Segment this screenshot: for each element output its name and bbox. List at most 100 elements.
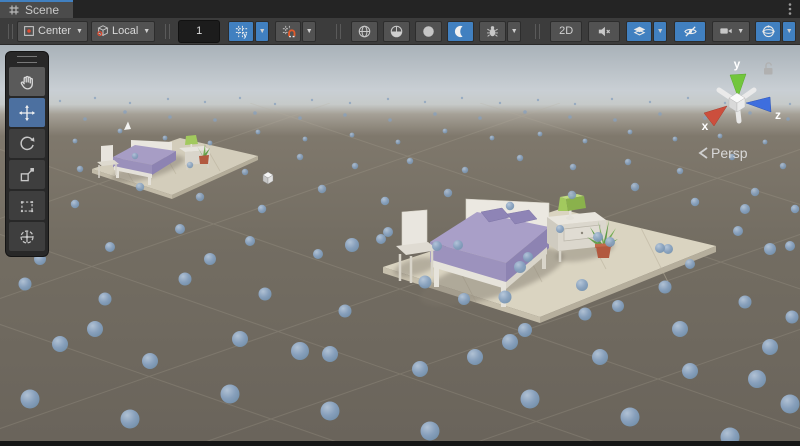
particle-sphere	[253, 111, 257, 115]
effects-dropdown[interactable]: ▼	[653, 21, 667, 42]
particle-sphere	[672, 321, 688, 337]
particle-sphere	[621, 408, 640, 427]
axis-x-label: x	[702, 119, 709, 133]
particle-sphere	[502, 334, 518, 350]
overlay-drag-handle[interactable]	[17, 56, 37, 63]
particle-sphere	[318, 185, 326, 193]
tab-bar: Scene	[0, 0, 800, 18]
particle-sphere	[462, 167, 468, 173]
2d-mode-label: 2D	[559, 25, 573, 37]
wire-globe-icon	[357, 24, 372, 39]
particle-sphere	[748, 370, 766, 388]
particle-sphere	[613, 118, 617, 122]
debug-button[interactable]	[479, 21, 506, 42]
lighting-toggle[interactable]	[383, 21, 410, 42]
toolbar-grip[interactable]	[535, 24, 540, 39]
particle-sphere	[751, 188, 759, 196]
snap-increment-button[interactable]	[275, 21, 301, 42]
particle-sphere	[59, 100, 61, 102]
tool-transform[interactable]	[9, 222, 45, 251]
toolbar-grip[interactable]	[165, 24, 170, 39]
particle-sphere	[242, 169, 248, 175]
gizmo-sphere-icon	[761, 24, 776, 39]
particle-sphere	[579, 308, 592, 321]
particle-sphere	[208, 141, 213, 146]
particle-sphere	[570, 164, 576, 170]
unity-scene-window: Scene Center ▼ Local ▼	[0, 0, 800, 446]
particle-sphere	[490, 136, 495, 141]
effects-toggle[interactable]	[626, 21, 652, 42]
particle-sphere	[673, 137, 678, 142]
grid-visibility-toggle[interactable]: y	[228, 21, 254, 42]
particle-sphere	[748, 111, 752, 115]
toolbar-grip[interactable]	[336, 24, 341, 39]
pivot-mode-label: Center	[36, 25, 73, 37]
particle-sphere	[213, 118, 217, 122]
particle-sphere	[168, 115, 172, 119]
rotation-mode-dropdown[interactable]: Local ▼	[91, 21, 155, 42]
half-sphere-icon	[389, 24, 404, 39]
particle-sphere	[443, 129, 448, 134]
camera-settings-dropdown[interactable]: ▼	[712, 21, 750, 42]
particle-sphere	[87, 321, 103, 337]
gizmos-dropdown[interactable]: ▼	[782, 21, 796, 42]
particle-sphere	[458, 293, 470, 305]
shaded-wireframe-toggle[interactable]	[351, 21, 378, 42]
particle-sphere	[785, 241, 795, 251]
window-menu-button[interactable]	[780, 0, 800, 18]
particle-sphere	[258, 205, 266, 213]
particle-sphere	[412, 361, 428, 377]
particle-sphere	[467, 349, 483, 365]
particle-sphere	[196, 193, 204, 201]
particle-sphere	[739, 296, 752, 309]
particle-sphere	[73, 139, 78, 144]
particle-sphere	[789, 103, 791, 105]
window-bottom-edge	[0, 441, 800, 446]
pivot-icon	[22, 24, 36, 38]
tool-scale[interactable]	[9, 160, 45, 189]
particle-sphere	[424, 101, 426, 103]
particle-sphere	[764, 243, 776, 255]
particle-sphere	[521, 390, 540, 409]
speaker-muted-icon	[596, 24, 612, 39]
toolbar-grip[interactable]	[8, 24, 13, 39]
particle-sphere	[204, 101, 206, 103]
particle-sphere	[523, 110, 527, 114]
particle-sphere	[132, 153, 138, 159]
particle-sphere	[631, 183, 639, 191]
effects-layers-icon	[632, 24, 647, 39]
tool-rotate[interactable]	[9, 129, 45, 158]
gizmos-toggle[interactable]	[755, 21, 781, 42]
particle-sphere	[780, 163, 786, 169]
particle-sphere	[421, 422, 440, 441]
particle-sphere	[407, 158, 413, 164]
scene-visibility-toggle[interactable]	[674, 21, 706, 42]
tool-move[interactable]	[9, 98, 45, 127]
tool-hand[interactable]	[9, 67, 45, 96]
particle-sphere	[568, 115, 572, 119]
pivot-mode-dropdown[interactable]: Center ▼	[17, 21, 88, 42]
grid-visibility-dropdown[interactable]: ▼	[255, 21, 269, 42]
scene-canvas[interactable]: y x z Persp	[0, 45, 800, 441]
snap-increment-dropdown[interactable]: ▼	[302, 21, 316, 42]
scene-viewport[interactable]: y x z Persp	[0, 45, 800, 441]
2d-mode-toggle[interactable]: 2D	[550, 21, 582, 42]
debug-dropdown[interactable]: ▼	[507, 21, 521, 42]
chevron-down-icon: ▼	[786, 28, 793, 35]
particle-sphere	[77, 166, 83, 172]
particle-sphere	[628, 130, 633, 135]
grid-size-field[interactable]	[178, 20, 220, 43]
audio-toggle[interactable]	[588, 21, 620, 42]
tab-scene[interactable]: Scene	[0, 0, 73, 18]
particle-sphere	[576, 279, 588, 291]
rotation-mode-label: Local	[110, 25, 140, 37]
particle-sphere	[625, 159, 631, 165]
particle-sphere	[592, 349, 608, 365]
sphere-shading-toggle[interactable]	[415, 21, 442, 42]
particle-sphere	[786, 311, 799, 324]
skybox-toggle[interactable]	[447, 21, 474, 42]
tool-rect[interactable]	[9, 191, 45, 220]
chevron-down-icon: ▼	[143, 28, 150, 35]
particle-sphere	[583, 139, 588, 144]
hand-icon	[18, 73, 36, 91]
